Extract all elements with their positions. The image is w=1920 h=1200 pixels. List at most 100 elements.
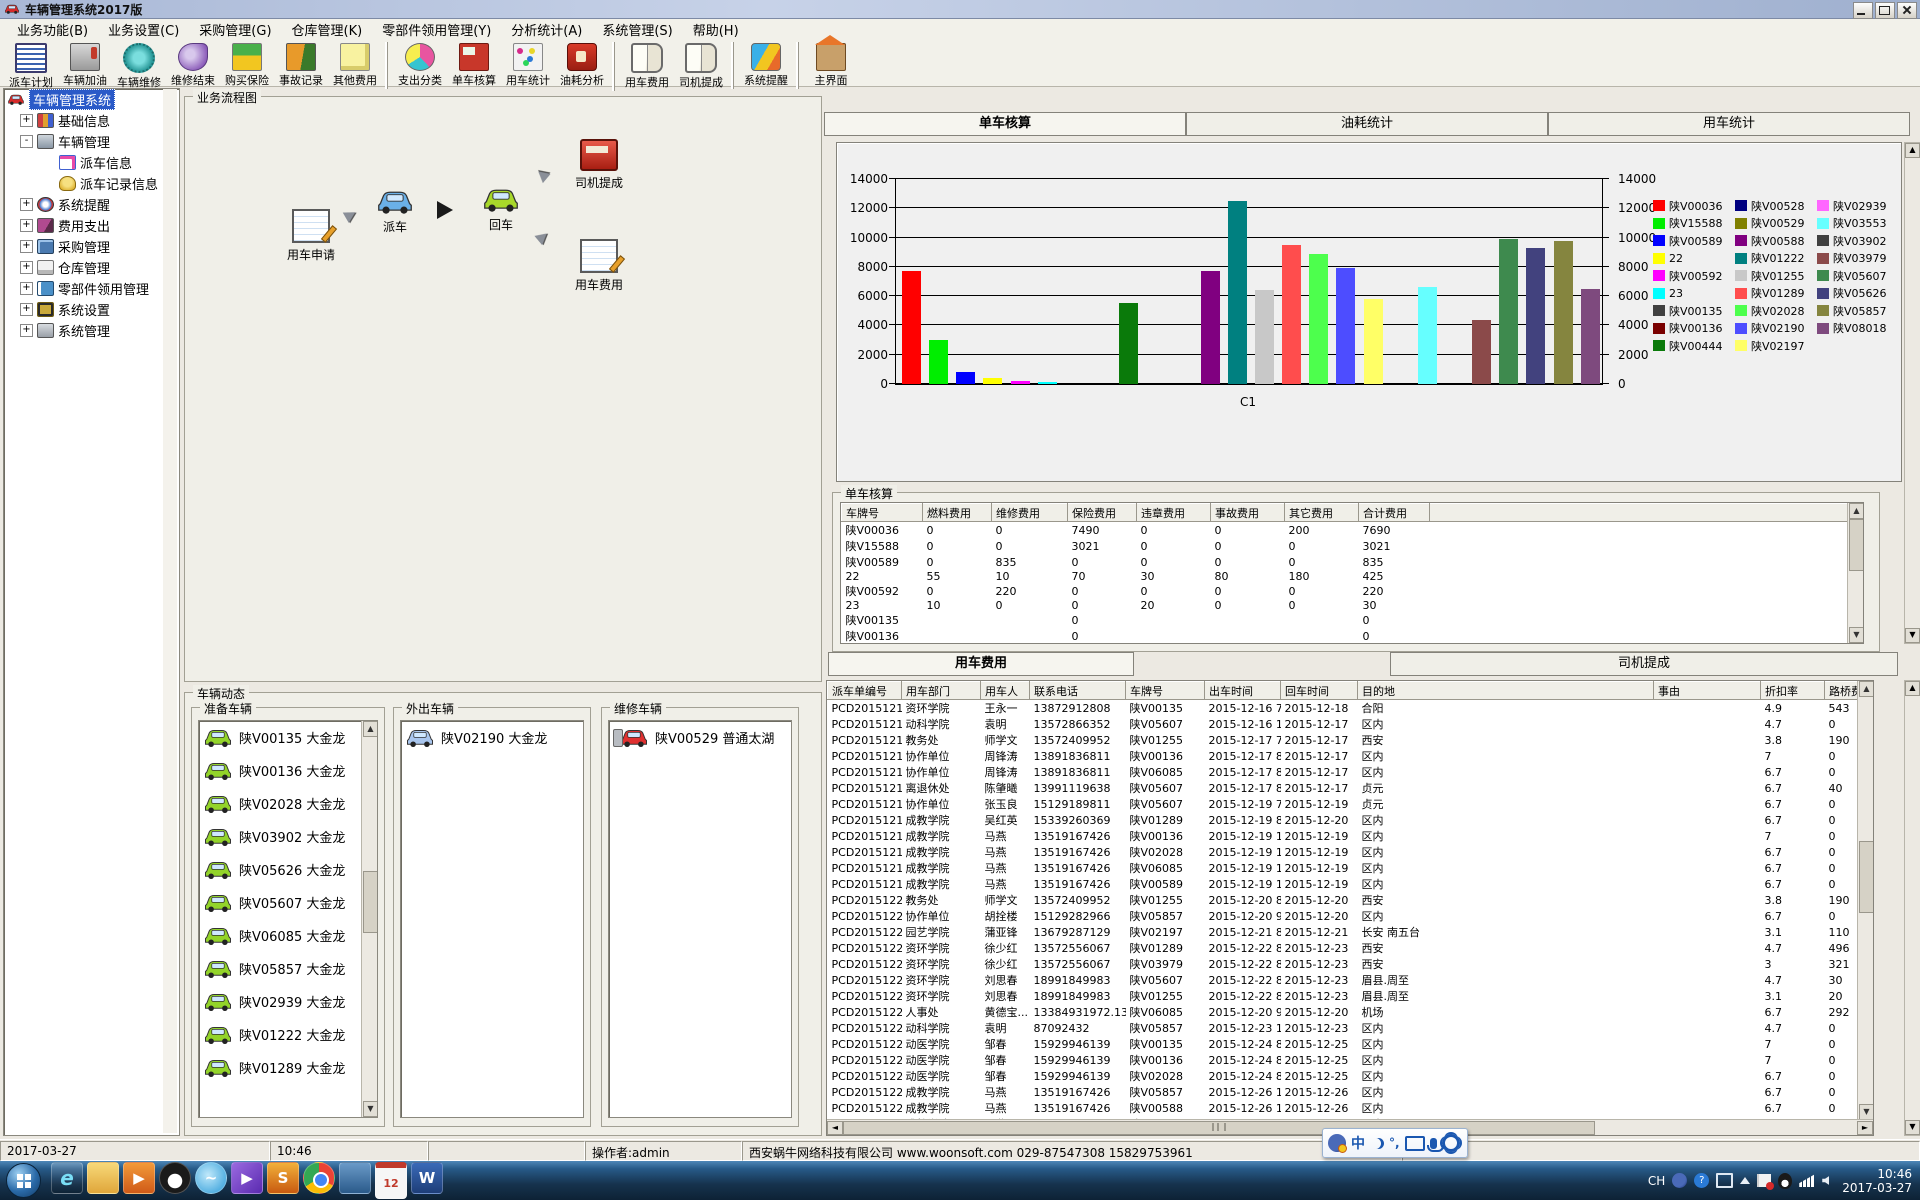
tree-root[interactable]: 车辆管理系统 bbox=[4, 89, 179, 110]
tree-expander-icon[interactable]: + bbox=[20, 114, 33, 127]
table-row[interactable]: 231000200030 bbox=[842, 599, 1863, 612]
table-row[interactable]: PCD201512213...资环学院徐少红13572556067陕V01289… bbox=[828, 940, 1875, 956]
tree-scrollbar[interactable] bbox=[163, 89, 177, 1133]
right-panel-scrollbar[interactable]: ▲ ▼ bbox=[1904, 142, 1920, 644]
scroll-down-icon[interactable]: ▼ bbox=[1859, 1104, 1874, 1120]
column-header[interactable]: 用车人 bbox=[981, 682, 1030, 700]
table-row[interactable]: 陕V0013500 bbox=[842, 612, 1863, 628]
list-scrollbar[interactable]: ▲ ▼ bbox=[361, 721, 377, 1117]
flow-node-usage-fee[interactable]: 用车费用 bbox=[575, 239, 623, 293]
sogou-input-icon[interactable]: S bbox=[267, 1162, 299, 1194]
vehicle-list-item[interactable]: 陕V00136 大金龙 bbox=[199, 754, 362, 787]
toolbar-button[interactable]: 维修结束 bbox=[166, 42, 220, 89]
bottom-panel-scrollbar[interactable]: ▲ ▼ bbox=[1904, 680, 1920, 1136]
table-row[interactable]: PCD201512161...教务处师学文13572409952陕V012552… bbox=[828, 732, 1875, 748]
toolbar-button[interactable]: 车辆加油 bbox=[58, 42, 112, 89]
flow-node-dispatch[interactable]: 派车 bbox=[375, 189, 415, 235]
tree-expander-icon[interactable]: + bbox=[20, 240, 33, 253]
column-header[interactable]: 折扣率 bbox=[1761, 682, 1825, 700]
table-row[interactable]: PCD201512254...成教学院马燕13519167426陕V058572… bbox=[828, 1084, 1875, 1100]
column-header[interactable]: 用车部门 bbox=[902, 682, 981, 700]
flow-node-driver-commission[interactable]: 司机提成 bbox=[575, 139, 623, 191]
menu-item[interactable]: 业务设置(C) bbox=[99, 18, 188, 41]
scroll-left-icon[interactable]: ◄ bbox=[827, 1121, 843, 1135]
table-row[interactable]: PCD201512254...成教学院马燕13519167426陕V005882… bbox=[828, 1100, 1875, 1116]
menu-item[interactable]: 采购管理(G) bbox=[190, 18, 280, 41]
scroll-down-icon[interactable]: ▼ bbox=[1849, 627, 1864, 643]
tree-item[interactable]: +费用支出 bbox=[4, 215, 179, 236]
vehicle-list-item[interactable]: 陕V01289 大金龙 bbox=[199, 1051, 362, 1084]
vehicle-list-item[interactable]: 陕V05857 大金龙 bbox=[199, 952, 362, 985]
toolbar-button[interactable]: 购买保险 bbox=[220, 42, 274, 89]
vehicle-list-item[interactable]: 陕V01222 大金龙 bbox=[199, 1018, 362, 1051]
column-header[interactable]: 保险费用 bbox=[1068, 504, 1137, 522]
flow-node-apply[interactable]: 用车申请 bbox=[287, 209, 335, 263]
tab[interactable]: 司机提成 bbox=[1390, 652, 1898, 676]
toolbar-button[interactable]: 系统提醒 bbox=[733, 42, 793, 89]
menu-item[interactable]: 帮助(H) bbox=[684, 18, 748, 41]
help-tray-icon[interactable]: ? bbox=[1694, 1173, 1709, 1188]
volume-icon[interactable] bbox=[1822, 1176, 1829, 1185]
menu-item[interactable]: 零部件领用管理(Y) bbox=[373, 18, 500, 41]
toolbar-button[interactable]: 用车统计 bbox=[501, 42, 555, 89]
tab[interactable]: 单车核算 bbox=[824, 112, 1186, 136]
column-header[interactable]: 目的地 bbox=[1358, 682, 1654, 700]
tree-item[interactable]: +基础信息 bbox=[4, 110, 179, 131]
scroll-up-icon[interactable]: ▲ bbox=[363, 721, 378, 737]
column-header[interactable]: 合计费用 bbox=[1359, 504, 1430, 522]
word-icon[interactable]: W bbox=[411, 1162, 443, 1194]
table-row[interactable]: PCD201512213...资环学院刘思春18991849983陕V05607… bbox=[828, 972, 1875, 988]
tree-item[interactable]: 派车信息 bbox=[4, 152, 179, 173]
table-row[interactable]: PCD201512171...离退休处陈肇曦13991119638陕V05607… bbox=[828, 780, 1875, 796]
tree-item[interactable]: +系统提醒 bbox=[4, 194, 179, 215]
column-header[interactable]: 维修费用 bbox=[992, 504, 1068, 522]
table-row[interactable]: 陕V00036007490002007690 bbox=[842, 522, 1863, 539]
table-row[interactable]: PCD201512213...资环学院徐少红13572556067陕V03979… bbox=[828, 956, 1875, 972]
scroll-up-icon[interactable]: ▲ bbox=[1905, 143, 1920, 158]
tree-item[interactable]: +零部件领用管理 bbox=[4, 278, 179, 299]
kmplayer-icon[interactable]: ▶ bbox=[231, 1162, 263, 1194]
table-row[interactable]: PCD201512161...资环学院王永一13872912808陕V00135… bbox=[828, 700, 1875, 717]
sogou-logo-icon[interactable] bbox=[1328, 1134, 1346, 1152]
menu-item[interactable]: 业务功能(B) bbox=[8, 18, 97, 41]
moon-icon[interactable] bbox=[1370, 1138, 1381, 1149]
menu-item[interactable]: 仓库管理(K) bbox=[283, 18, 372, 41]
table-row[interactable]: PCD201512225...动科学院袁明87092432陕V058572015… bbox=[828, 1020, 1875, 1036]
start-button[interactable] bbox=[6, 1163, 41, 1198]
tree-expander-icon[interactable]: + bbox=[20, 219, 33, 232]
vehicle-list-item[interactable]: 陕V03902 大金龙 bbox=[199, 820, 362, 853]
tree-item[interactable]: +系统设置 bbox=[4, 299, 179, 320]
tree-item[interactable]: +仓库管理 bbox=[4, 257, 179, 278]
toolbar-button[interactable]: 油耗分析 bbox=[555, 42, 609, 89]
tree-expander-icon[interactable]: + bbox=[20, 303, 33, 316]
scroll-thumb[interactable] bbox=[363, 871, 378, 933]
sogou-tray-icon[interactable] bbox=[1672, 1173, 1687, 1188]
scroll-up-icon[interactable]: ▲ bbox=[1859, 681, 1874, 697]
scroll-thumb[interactable] bbox=[1849, 519, 1864, 571]
taskbar-clock[interactable]: 10:46 2017-03-27 bbox=[1842, 1167, 1912, 1195]
vehicle-list-item[interactable]: 陕V02028 大金龙 bbox=[199, 787, 362, 820]
column-header[interactable]: 其它费用 bbox=[1285, 504, 1359, 522]
scroll-right-icon[interactable]: ► bbox=[1857, 1121, 1873, 1135]
table-row[interactable]: PCD201512211...教务处师学文13572409952陕V012552… bbox=[828, 892, 1875, 908]
keyboard-icon[interactable] bbox=[1405, 1136, 1425, 1151]
scroll-up-icon[interactable]: ▲ bbox=[1849, 503, 1864, 519]
scroll-down-icon[interactable]: ▼ bbox=[363, 1101, 378, 1117]
column-header[interactable]: 派车单编号 bbox=[828, 682, 902, 700]
punctuation-icon[interactable]: °, bbox=[1389, 1136, 1400, 1150]
vehicle-list-item[interactable]: 陕V02939 大金龙 bbox=[199, 985, 362, 1018]
tray-expand-icon[interactable] bbox=[1740, 1177, 1750, 1184]
table-row[interactable]: PCD201512183...成教学院吴红英15339260369陕V01289… bbox=[828, 812, 1875, 828]
qq-icon[interactable] bbox=[159, 1162, 191, 1194]
table-row[interactable]: PCD201512162...协作单位周锋涛13891836811陕V06085… bbox=[828, 764, 1875, 780]
column-header[interactable]: 违章费用 bbox=[1137, 504, 1211, 522]
table-row[interactable]: PCD20151224951动医学院邹春15929946139陕V0202820… bbox=[828, 1068, 1875, 1084]
column-header[interactable]: 联系电话 bbox=[1030, 682, 1126, 700]
media-player-icon[interactable]: ▶ bbox=[123, 1162, 155, 1194]
vehicle-list-item[interactable]: 陕V00135 大金龙 bbox=[199, 721, 362, 754]
tree-expander-icon[interactable]: + bbox=[20, 324, 33, 337]
scroll-grip-icon[interactable] bbox=[1212, 1123, 1226, 1131]
column-header[interactable]: 车牌号 bbox=[842, 504, 923, 522]
table-row[interactable]: 陕V155880030210003021 bbox=[842, 538, 1863, 554]
fetion-icon[interactable]: ~ bbox=[195, 1162, 227, 1194]
